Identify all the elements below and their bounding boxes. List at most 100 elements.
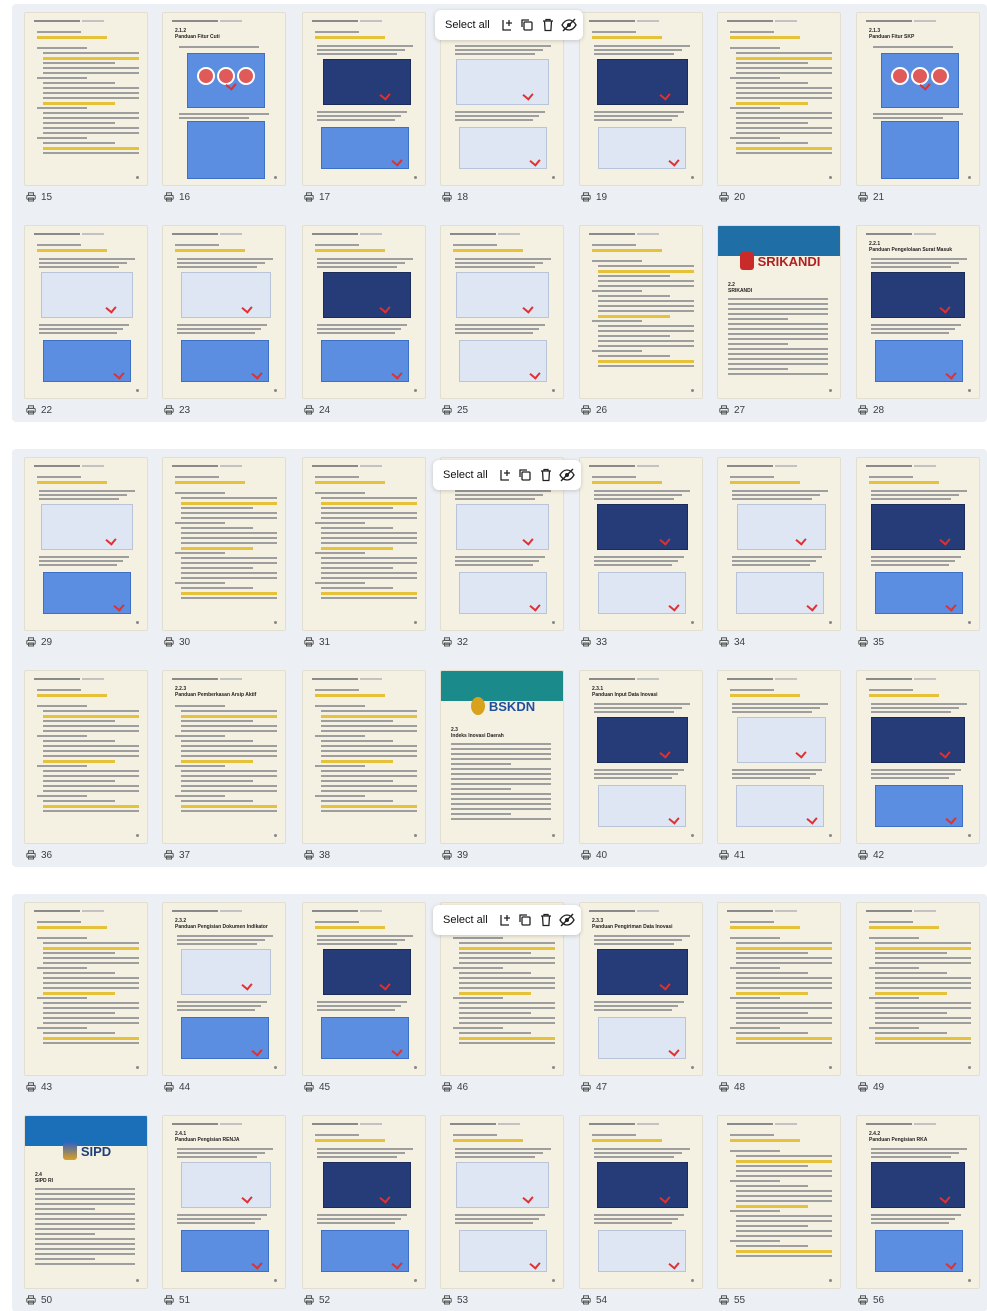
duplicate-icon[interactable]: [518, 467, 532, 483]
page-thumbnail[interactable]: [302, 225, 426, 399]
hide-icon[interactable]: [561, 17, 577, 33]
page-thumbnail[interactable]: 2.2.3 Panduan Pemberkasan Arsip Aktif: [162, 670, 286, 844]
text-line: [455, 45, 551, 47]
text-line: [321, 750, 417, 752]
page-thumbnail[interactable]: [856, 902, 980, 1076]
page-number: 17: [319, 191, 331, 203]
text-line: [728, 318, 788, 320]
page-thumbnail[interactable]: [717, 1115, 841, 1289]
screenshot-image: [323, 949, 411, 995]
page-thumbnail[interactable]: 2.2.1 Panduan Pengelolaan Surat Masuk: [856, 225, 980, 399]
page-footer-dot: [552, 621, 555, 624]
page-thumbnail[interactable]: [579, 457, 703, 631]
text-line: [455, 1152, 543, 1154]
text-line: [736, 102, 808, 105]
page-thumbnail[interactable]: 2.3.2 Panduan Pengisian Dokumen Indikato…: [162, 902, 286, 1076]
page-thumbnail[interactable]: [302, 457, 426, 631]
page-thumbnail[interactable]: [717, 670, 841, 844]
text-line: [321, 572, 417, 574]
brand-name: BSKDN: [488, 698, 536, 714]
page-thumbnail[interactable]: [24, 12, 148, 186]
text-line: [594, 490, 690, 492]
page-thumbnail[interactable]: [302, 670, 426, 844]
text-line: [736, 1037, 832, 1040]
select-all-button[interactable]: Select all: [439, 469, 492, 481]
text-line: [317, 939, 405, 941]
text-line: [869, 997, 919, 999]
text-line: [321, 730, 417, 732]
text-line: [736, 1235, 832, 1237]
page-thumbnail[interactable]: [24, 670, 148, 844]
page-thumbnail[interactable]: [24, 457, 148, 631]
page-thumbnail[interactable]: [856, 457, 980, 631]
text-line: [175, 582, 225, 584]
page-thumbnail[interactable]: [24, 225, 148, 399]
hide-icon[interactable]: [559, 912, 575, 928]
logo-icon: [739, 252, 754, 270]
page-header: [220, 465, 242, 467]
text-line: [317, 119, 395, 121]
page-thumbnail[interactable]: [579, 1115, 703, 1289]
text-line: [455, 328, 539, 330]
printer-icon: [304, 1082, 314, 1092]
select-all-button[interactable]: Select all: [441, 19, 494, 31]
add-page-icon[interactable]: [498, 467, 512, 483]
text-line: [730, 1210, 780, 1212]
add-page-icon[interactable]: [498, 912, 512, 928]
page-thumbnail[interactable]: [579, 12, 703, 186]
page-thumbnail[interactable]: [717, 12, 841, 186]
text-line: [453, 967, 503, 969]
text-line: [736, 1245, 808, 1247]
text-line: [875, 982, 971, 984]
page-thumbnail[interactable]: [162, 225, 286, 399]
text-line: [315, 795, 365, 797]
page-thumbnail[interactable]: [162, 457, 286, 631]
text-line: [43, 730, 139, 732]
page-thumbnail[interactable]: [302, 1115, 426, 1289]
text-line: [736, 1007, 832, 1009]
page-thumbnail[interactable]: SRIKANDI 2.2 SRIKANDI: [717, 225, 841, 399]
text-line: [317, 935, 413, 937]
page-thumbnail[interactable]: [24, 902, 148, 1076]
trash-icon[interactable]: [541, 17, 555, 33]
trash-icon[interactable]: [539, 912, 553, 928]
page-thumbnail[interactable]: [856, 670, 980, 844]
text-line: [453, 244, 497, 246]
duplicate-icon[interactable]: [520, 17, 534, 33]
page-thumbnail[interactable]: [302, 902, 426, 1076]
page-thumbnail[interactable]: 2.3.1 Panduan Input Data Inovasi: [579, 670, 703, 844]
logo-icon: [470, 697, 485, 715]
page-footer-dot: [414, 1279, 417, 1282]
page-thumbnail[interactable]: 2.1.2 Panduan Fitur Cuti: [162, 12, 286, 186]
page-thumbnail[interactable]: [579, 225, 703, 399]
duplicate-icon[interactable]: [518, 912, 532, 928]
page-thumbnail[interactable]: [302, 12, 426, 186]
page-thumbnail[interactable]: 2.3.3 Panduan Pengiriman Data Inovasi: [579, 902, 703, 1076]
page-thumbnail[interactable]: [440, 1115, 564, 1289]
text-line: [37, 36, 107, 39]
text-line: [451, 748, 551, 750]
text-line: [455, 111, 545, 113]
add-page-icon[interactable]: [500, 17, 514, 33]
page-thumbnail[interactable]: [717, 902, 841, 1076]
trash-icon[interactable]: [539, 467, 553, 483]
text-line: [730, 1240, 780, 1242]
page-footer-dot: [829, 389, 832, 392]
page-thumbnail[interactable]: 2.4.1 Panduan Pengisian RENJA: [162, 1115, 286, 1289]
hide-icon[interactable]: [559, 467, 575, 483]
printer-icon: [442, 637, 452, 647]
select-all-button[interactable]: Select all: [439, 914, 492, 926]
text-line: [455, 1214, 545, 1216]
text-line: [869, 689, 913, 691]
page-header: [589, 20, 635, 22]
page-thumbnail[interactable]: 2.1.3 Panduan Fitur SKP: [856, 12, 980, 186]
page-footer-dot: [691, 834, 694, 837]
page-thumbnail[interactable]: BSKDN 2.3 Indeks Inovasi Daerah: [440, 670, 564, 844]
page-thumbnail[interactable]: 2.4.2 Panduan Pengisian RKA: [856, 1115, 980, 1289]
page-number-label: 32: [442, 635, 468, 649]
text-line: [317, 115, 401, 117]
page-thumbnail[interactable]: [440, 225, 564, 399]
text-line: [875, 977, 971, 979]
page-thumbnail[interactable]: [717, 457, 841, 631]
page-thumbnail[interactable]: SIPD 2.4 SIPD RI: [24, 1115, 148, 1289]
